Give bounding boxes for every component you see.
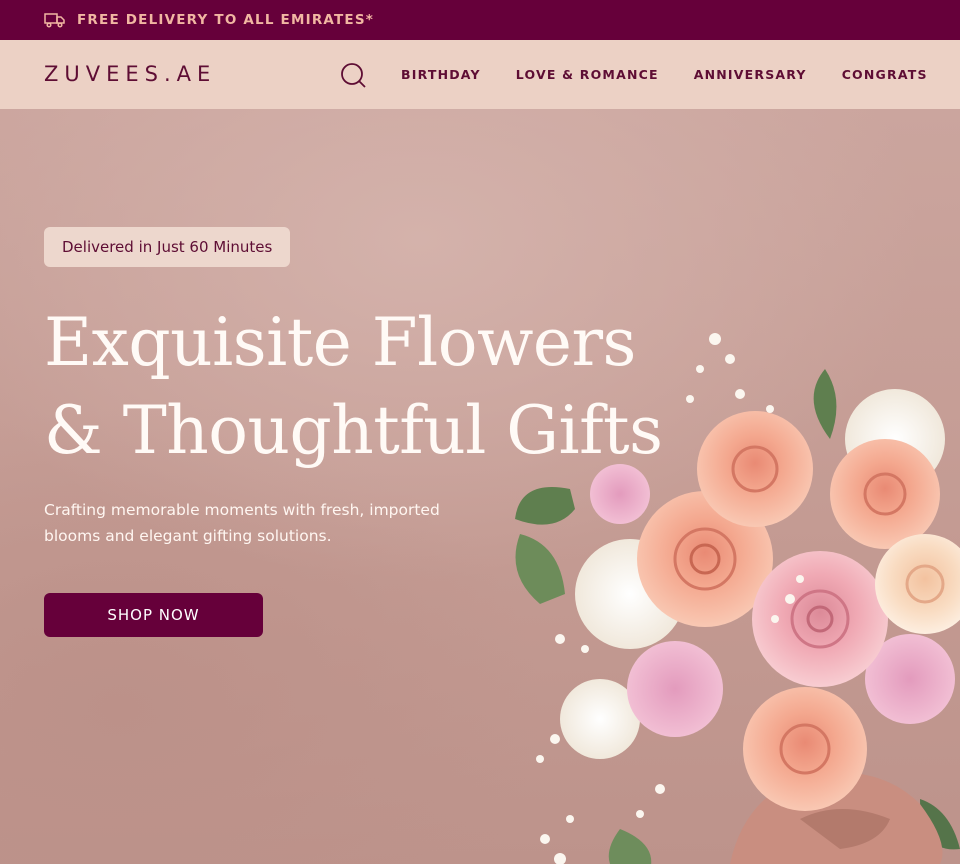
nav-anniversary[interactable]: ANNIVERSARY: [694, 67, 807, 82]
nav-congrats[interactable]: CONGRATS: [842, 67, 928, 82]
hero-banner: Delivered in Just 60 Minutes Exquisite F…: [0, 109, 960, 864]
nav-love-romance[interactable]: LOVE & ROMANCE: [516, 67, 659, 82]
nav-birthday[interactable]: BIRTHDAY: [401, 67, 481, 82]
shop-now-button[interactable]: SHOP NOW: [44, 593, 263, 637]
hero-headline: Exquisite Flowers & Thoughtful Gifts: [44, 299, 663, 475]
headline-line-1: Exquisite Flowers: [44, 304, 636, 381]
search-icon[interactable]: [339, 61, 367, 89]
truck-icon: [44, 13, 65, 28]
site-header: ZUVEES.AE BIRTHDAY LOVE & ROMANCE ANNIVE…: [0, 40, 960, 109]
delivery-badge: Delivered in Just 60 Minutes: [44, 227, 291, 267]
promo-text: FREE DELIVERY TO ALL EMIRATES*: [77, 12, 375, 28]
headline-line-2: & Thoughtful Gifts: [44, 392, 663, 469]
site-logo[interactable]: ZUVEES.AE: [44, 62, 216, 86]
promo-bar: FREE DELIVERY TO ALL EMIRATES*: [0, 0, 960, 40]
main-nav: BIRTHDAY LOVE & ROMANCE ANNIVERSARY CONG…: [401, 67, 960, 82]
hero-subtitle: Crafting memorable moments with fresh, i…: [44, 501, 440, 545]
